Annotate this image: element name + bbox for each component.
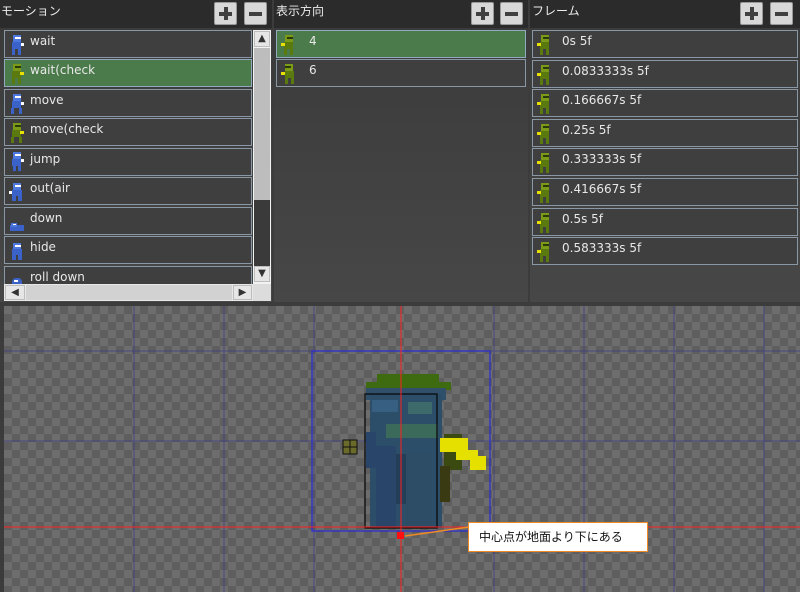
ninja-sprite-icon <box>537 35 549 55</box>
ninja-sprite-icon <box>11 94 24 114</box>
list-item[interactable]: move <box>4 89 252 117</box>
list-item[interactable]: 0.416667s 5f <box>532 178 798 206</box>
motion-list: wait wait(check move move(check jump out… <box>4 30 252 284</box>
motion-list-vertical-scrollbar[interactable]: ▲ ▼ <box>253 30 271 284</box>
ninja-character-sprite <box>366 374 486 528</box>
frame-label: 0.166667s 5f <box>562 93 642 108</box>
ninja-sprite-icon <box>12 152 24 171</box>
center-point-marker <box>397 532 404 539</box>
frame-panel-title: フレーム <box>532 4 580 18</box>
motion-label: roll down <box>30 270 85 284</box>
scrollbar-thumb[interactable] <box>26 285 232 300</box>
direction-label: 6 <box>309 63 317 77</box>
motion-label: hide <box>30 240 56 254</box>
scroll-down-arrow-icon[interactable]: ▼ <box>254 266 270 282</box>
ninja-sprite-icon <box>281 35 293 55</box>
motion-label: wait(check <box>30 63 96 77</box>
scrollbar-corner <box>253 284 271 301</box>
ninja-sprite-icon <box>12 64 24 84</box>
scroll-left-arrow-icon[interactable]: ◀ <box>5 285 25 300</box>
motion-label: out(air <box>30 181 70 195</box>
ninja-sprite-icon <box>537 123 549 144</box>
list-item[interactable]: roll down <box>4 266 252 284</box>
frame-label: 0.333333s 5f <box>562 152 642 167</box>
ninja-sprite-icon <box>537 242 549 263</box>
motion-panel-title: モーション <box>1 4 61 18</box>
list-item[interactable]: hide <box>4 236 252 264</box>
remove-frame-button[interactable] <box>770 2 793 25</box>
list-item[interactable]: 0.25s 5f <box>532 118 798 147</box>
list-item[interactable]: move(check <box>4 118 252 146</box>
preview-stage[interactable] <box>4 306 800 592</box>
scroll-up-arrow-icon[interactable]: ▲ <box>254 31 270 47</box>
add-motion-button[interactable] <box>214 2 237 25</box>
motion-list-horizontal-scrollbar[interactable]: ◀ ▶ <box>4 284 253 301</box>
ninja-sprite-icon <box>12 243 22 260</box>
ninja-sprite-icon <box>12 35 24 55</box>
scrollbar-thumb[interactable] <box>254 48 270 200</box>
frame-label: 0.416667s 5f <box>562 182 642 196</box>
frame-label: 0.583333s 5f <box>562 241 642 256</box>
list-item[interactable]: 0.166667s 5f <box>532 89 798 118</box>
add-direction-button[interactable] <box>471 2 494 25</box>
frame-panel: フレーム 0s 5f 0.0833333s 5f 0.166667s 5f 0.25s… <box>530 0 800 302</box>
remove-direction-button[interactable] <box>500 2 523 25</box>
motion-label: move(check <box>30 122 104 136</box>
anchor-handle-icon <box>342 439 358 455</box>
list-item[interactable]: 4 <box>276 30 526 58</box>
center-point-warning-tooltip: 中心点が地面より下にある <box>468 522 648 552</box>
motion-label: wait <box>30 34 56 48</box>
direction-label: 4 <box>309 34 317 48</box>
ninja-sprite-icon <box>537 64 549 85</box>
motion-label: move <box>30 93 64 107</box>
direction-panel-title: 表示方向 <box>276 4 325 18</box>
ninja-sprite-icon <box>537 212 549 233</box>
motion-label: down <box>30 211 63 225</box>
frame-label: 0.25s 5f <box>562 122 611 137</box>
scrollbar-track[interactable] <box>254 200 270 266</box>
frame-label: 0.0833333s 5f <box>562 63 649 78</box>
list-item[interactable]: wait <box>4 30 252 58</box>
frame-panel-header: フレーム <box>530 0 800 28</box>
list-item[interactable]: 0.5s 5f <box>532 207 798 236</box>
ninja-sprite-icon <box>12 278 22 284</box>
list-item[interactable]: 0.0833333s 5f <box>532 59 798 88</box>
scroll-right-arrow-icon[interactable]: ▶ <box>233 285 252 300</box>
stage-canvas <box>4 306 800 592</box>
list-item[interactable]: out(air <box>4 177 252 205</box>
ninja-sprite-icon <box>537 183 549 203</box>
remove-motion-button[interactable] <box>244 2 267 25</box>
motion-label: jump <box>30 152 61 166</box>
list-item[interactable]: down <box>4 207 252 235</box>
ninja-sprite-icon <box>537 94 549 115</box>
ninja-sprite-icon <box>10 223 24 231</box>
add-frame-button[interactable] <box>740 2 763 25</box>
frame-label: 0.5s 5f <box>562 211 604 226</box>
direction-panel-header: 表示方向 <box>274 0 528 28</box>
list-item[interactable]: 6 <box>276 59 526 87</box>
list-item[interactable]: 0.583333s 5f <box>532 237 798 266</box>
list-item[interactable]: 0.333333s 5f <box>532 148 798 177</box>
motion-panel: モーション wait wait(check move move(check ju… <box>0 0 272 302</box>
frame-label: 0s 5f <box>562 34 592 48</box>
ninja-sprite-icon <box>281 64 294 84</box>
list-item[interactable]: wait(check <box>4 59 252 87</box>
ninja-sprite-icon <box>9 183 22 201</box>
direction-panel: 表示方向 4 6 <box>274 0 528 302</box>
ninja-sprite-icon <box>537 153 549 174</box>
motion-panel-header: モーション <box>0 0 272 28</box>
list-item[interactable]: 0s 5f <box>532 30 798 58</box>
ninja-sprite-icon <box>11 123 24 143</box>
list-item[interactable]: jump <box>4 148 252 176</box>
